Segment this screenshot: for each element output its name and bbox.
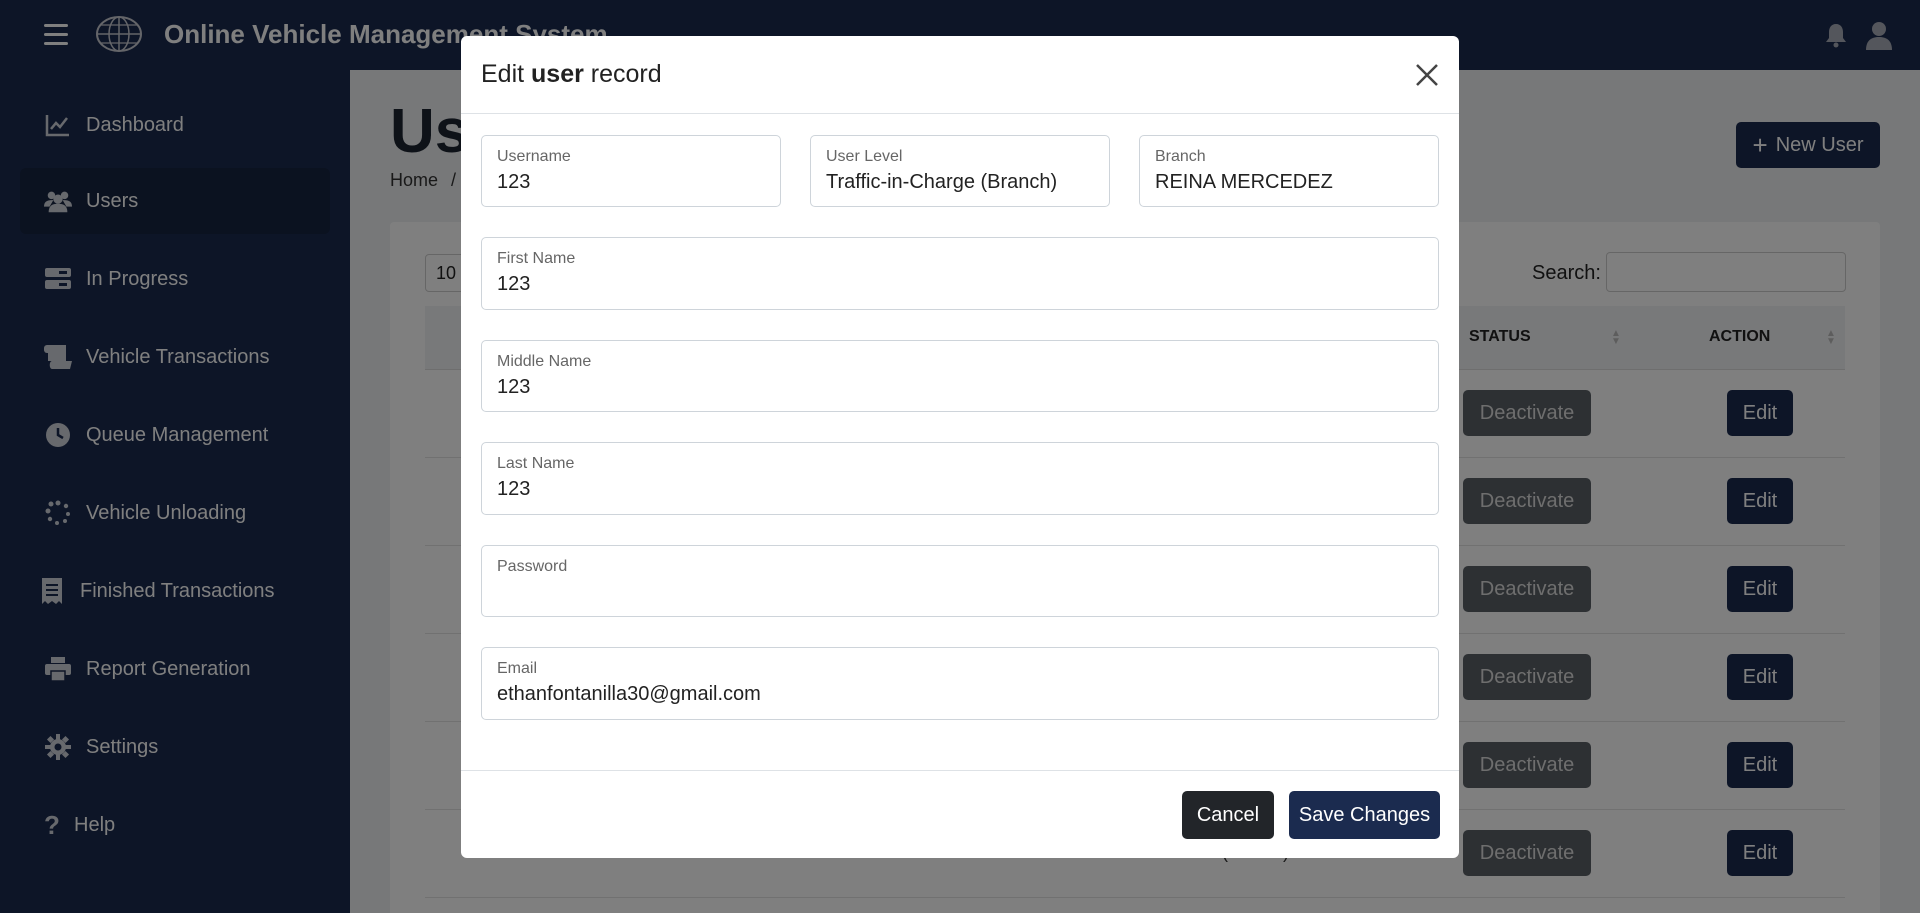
- first-name-label: First Name: [497, 250, 576, 267]
- user-level-label: User Level: [826, 148, 903, 165]
- email-label: Email: [497, 660, 538, 677]
- middle-name-value: 123: [497, 376, 531, 398]
- password-label: Password: [497, 558, 568, 575]
- close-icon[interactable]: [1414, 62, 1440, 88]
- email-field[interactable]: Email ethanfontanilla30@gmail.com: [481, 647, 1439, 720]
- branch-select[interactable]: Branch REINA MERCEDEZ: [1139, 135, 1439, 207]
- first-name-value: 123: [497, 273, 531, 295]
- last-name-value: 123: [497, 478, 531, 500]
- modal-title: Edit user record: [481, 60, 662, 89]
- email-value: ethanfontanilla30@gmail.com: [497, 683, 761, 705]
- password-field[interactable]: Password: [481, 545, 1439, 617]
- branch-label: Branch: [1155, 148, 1206, 165]
- modal-title-bold: user: [531, 60, 584, 88]
- last-name-label: Last Name: [497, 455, 575, 472]
- last-name-field[interactable]: Last Name 123: [481, 442, 1439, 515]
- username-label: Username: [497, 148, 571, 165]
- branch-value: REINA MERCEDEZ: [1155, 171, 1333, 193]
- username-field[interactable]: Username 123: [481, 135, 781, 207]
- save-changes-button[interactable]: Save Changes: [1289, 791, 1440, 839]
- cancel-button[interactable]: Cancel: [1182, 791, 1274, 839]
- edit-user-modal: Edit user record Username 123 User Level…: [461, 36, 1459, 858]
- username-value: 123: [497, 171, 531, 193]
- user-level-value: Traffic-in-Charge (Branch): [826, 171, 1058, 193]
- modal-header: Edit user record: [461, 36, 1459, 114]
- modal-title-prefix: Edit: [481, 60, 532, 88]
- first-name-field[interactable]: First Name 123: [481, 237, 1439, 310]
- modal-footer: Cancel Save Changes: [461, 770, 1459, 858]
- user-level-select[interactable]: User Level Traffic-in-Charge (Branch): [810, 135, 1110, 207]
- middle-name-label: Middle Name: [497, 353, 592, 370]
- modal-title-suffix: record: [583, 60, 662, 88]
- middle-name-field[interactable]: Middle Name 123: [481, 340, 1439, 412]
